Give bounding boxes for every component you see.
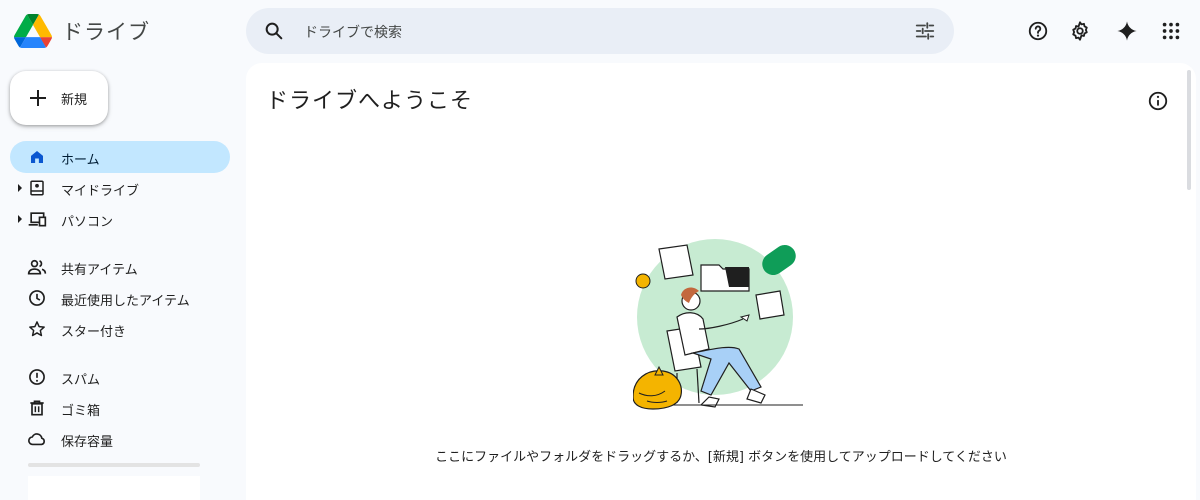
sidebar-item-starred[interactable]: スター付き [10,313,230,345]
sidebar-item-my-drive[interactable]: マイドライブ [10,172,230,204]
main-content: ドライブへようこそ ここにファイルやフォルダをドラッグするか、[新規] ボタンを… [246,63,1196,500]
drive-logo-icon [14,14,52,48]
star-icon [27,319,47,339]
sidebar-item-trash[interactable]: ゴミ箱 [10,392,230,424]
cloud-icon [27,429,47,449]
search-bar[interactable]: ドライブで検索 [246,8,954,54]
storage-usage-bar [28,463,200,467]
settings-icon[interactable] [1068,19,1092,43]
sidebar-item-computers[interactable]: パソコン [10,203,230,235]
plus-icon [30,90,46,106]
my-drive-icon [27,178,47,198]
storage-info-panel [28,476,200,500]
welcome-illustration [633,239,803,410]
sidebar-item-label: ゴミ箱 [61,404,101,419]
sidebar-item-storage[interactable]: 保存容量 [10,423,230,455]
recent-clock-icon [27,288,47,308]
shared-icon [27,257,47,277]
tune-icon[interactable] [914,20,936,42]
sidebar-item-label: ホーム [61,153,100,168]
empty-state-message: ここにファイルやフォルダをドラッグするか、[新規] ボタンを使用してアップロード… [435,450,1007,465]
gemini-sparkle-icon[interactable] [1115,19,1139,43]
drive-logo[interactable]: ドライブ [14,13,150,49]
expand-arrow-icon[interactable] [18,215,22,223]
sidebar-item-home[interactable]: ホーム [10,141,230,173]
page-title: ドライブへようこそ [266,89,474,114]
sidebar-item-label: 共有アイテム [61,263,138,278]
new-button[interactable]: 新規 [10,71,108,125]
app-title: ドライブ [62,20,150,44]
sidebar-item-label: 最近使用したアイテム [61,294,190,309]
sidebar-item-label: スター付き [61,325,127,340]
new-button-label: 新規 [61,93,88,108]
sidebar-item-label: 保存容量 [61,435,114,450]
sidebar-item-label: パソコン [61,215,114,230]
help-icon[interactable] [1026,19,1050,43]
sidebar-item-spam[interactable]: スパム [10,361,230,393]
search-icon[interactable] [263,20,285,42]
info-icon[interactable] [1147,90,1169,112]
home-icon [27,147,47,167]
expand-arrow-icon[interactable] [18,184,22,192]
apps-grid-icon[interactable] [1159,19,1183,43]
computers-icon [27,209,47,229]
scrollbar-thumb[interactable] [1187,70,1191,190]
sidebar-item-shared[interactable]: 共有アイテム [10,251,230,283]
spam-icon [27,367,47,387]
sidebar-item-recent[interactable]: 最近使用したアイテム [10,282,230,314]
search-input[interactable]: ドライブで検索 [304,22,402,42]
sidebar-item-label: スパム [61,373,101,388]
trash-icon [27,398,47,418]
sidebar-item-label: マイドライブ [61,184,140,199]
